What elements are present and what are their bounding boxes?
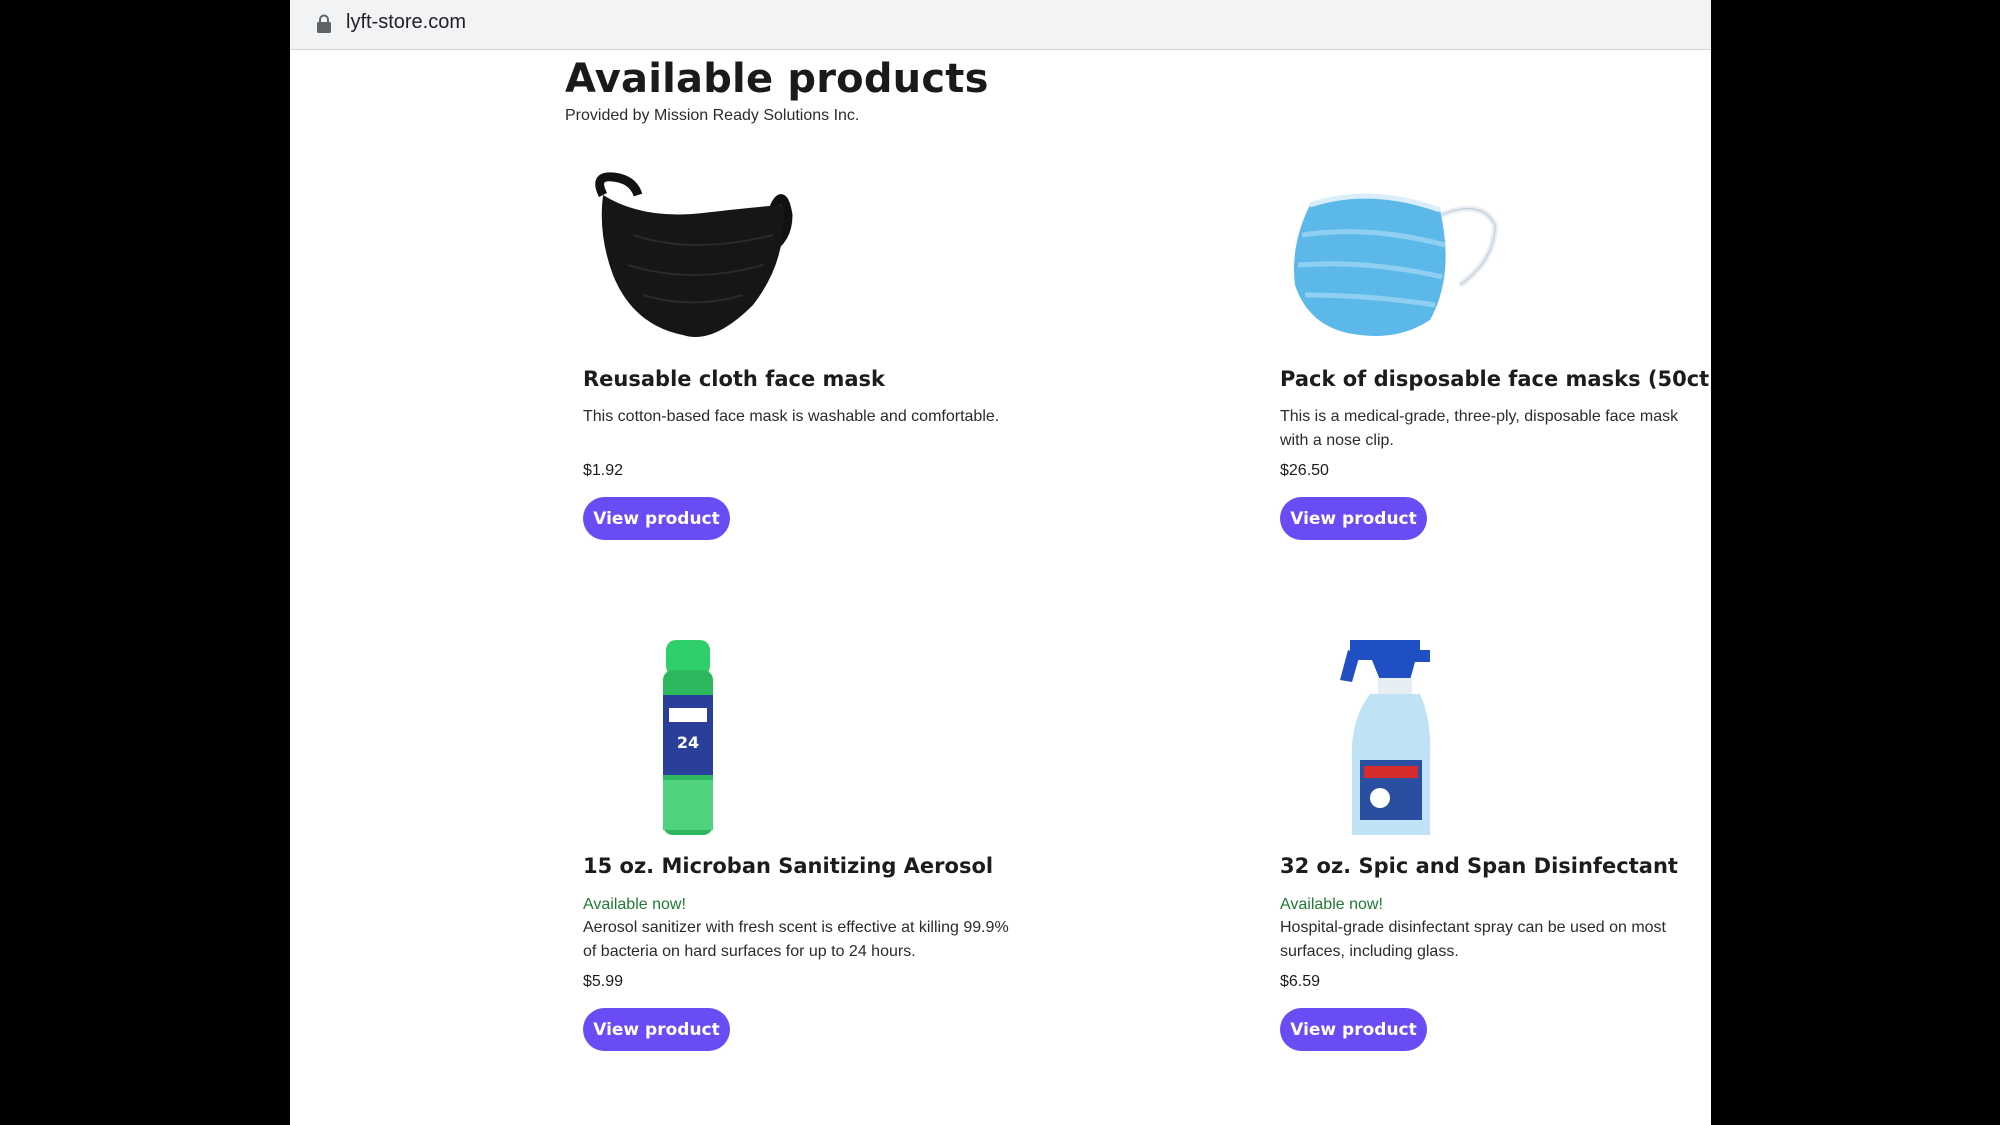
product-price: $1.92 [583, 462, 624, 479]
product-name: 15 oz. Microban Sanitizing Aerosol [583, 854, 994, 878]
product-name: Pack of disposable face masks (50ct) [1280, 367, 1711, 391]
url-text[interactable]: lyft-store.com [346, 11, 466, 34]
view-product-button[interactable]: View product [583, 497, 730, 540]
product-price: $26.50 [1280, 462, 1329, 479]
availability-status: Available now! [583, 896, 686, 913]
lock-icon [317, 14, 331, 33]
page-subtitle: Provided by Mission Ready Solutions Inc. [565, 107, 860, 124]
view-product-button[interactable]: View product [1280, 1008, 1427, 1051]
product-description: Aerosol sanitizer with fresh scent is ef… [583, 919, 1009, 960]
aerosol-can-icon: 24 [663, 640, 713, 835]
surgical-mask-icon [1294, 193, 1499, 336]
availability-status: Available now! [1280, 896, 1383, 913]
view-product-button[interactable]: View product [583, 1008, 730, 1051]
cloth-mask-icon [595, 172, 793, 337]
product-description: This is a medical-grade, three-ply, disp… [1280, 408, 1679, 449]
browser-window: lyft-store.com Available products Provid… [290, 0, 1711, 1125]
page-title: Available products [565, 56, 989, 102]
product-price: $5.99 [583, 973, 624, 990]
product-description: This cotton-based face mask is washable … [583, 408, 1000, 425]
svg-text:24: 24 [677, 733, 699, 752]
product-price: $6.59 [1280, 973, 1321, 990]
product-name: Reusable cloth face mask [583, 367, 886, 391]
product-name: 32 oz. Spic and Span Disinfectant [1280, 854, 1678, 878]
spray-bottle-icon [1340, 640, 1431, 835]
product-description: Hospital-grade disinfectant spray can be… [1280, 919, 1666, 960]
view-product-button[interactable]: View product [1280, 497, 1427, 540]
address-bar[interactable]: lyft-store.com [290, 0, 1711, 50]
